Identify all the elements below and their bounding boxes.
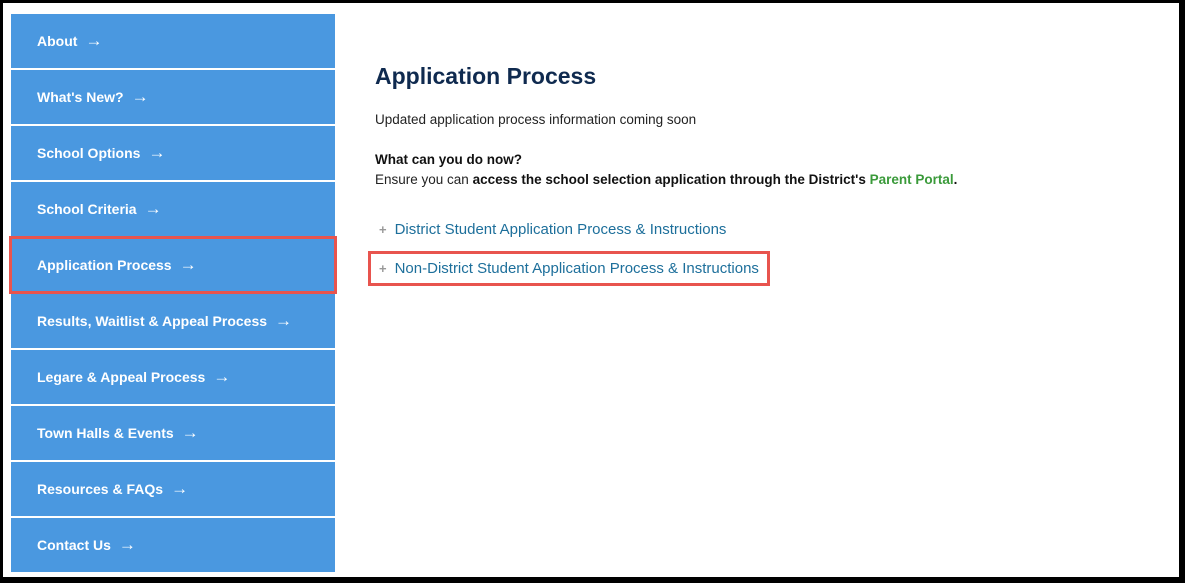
sidebar-item-label: What's New? <box>37 89 124 105</box>
sidebar-item-results-waitlist[interactable]: Results, Waitlist & Appeal Process → <box>11 294 335 348</box>
plus-icon: + <box>379 222 387 237</box>
sidebar-item-label: Resources & FAQs <box>37 481 164 497</box>
what-now-heading: What can you do now? <box>375 152 522 167</box>
sidebar-item-resources-faqs[interactable]: Resources & FAQs → <box>11 462 335 516</box>
arrow-right-icon: → <box>85 31 103 50</box>
sidebar-item-contact-us[interactable]: Contact Us → <box>11 518 335 572</box>
page-frame: About → What's New? → School Options → S… <box>3 3 1179 577</box>
update-notice: Updated application process information … <box>375 112 697 127</box>
sidebar-item-label: Results, Waitlist & Appeal Process <box>37 313 268 329</box>
arrow-right-icon: → <box>148 143 166 162</box>
sidebar-nav: About → What's New? → School Options → S… <box>9 14 337 574</box>
parent-portal-link[interactable]: Parent Portal <box>870 172 954 187</box>
arrow-right-icon: → <box>171 479 189 498</box>
ensure-prefix: Ensure you can <box>375 172 473 187</box>
sidebar-item-town-halls[interactable]: Town Halls & Events → <box>11 406 335 460</box>
page-title: Application Process <box>375 63 597 89</box>
accordion-label: Non-District Student Application Process… <box>394 260 759 277</box>
plus-icon: + <box>379 261 387 276</box>
arrow-right-icon: → <box>179 255 197 274</box>
arrow-right-icon: → <box>275 311 293 330</box>
ensure-instruction: Ensure you can access the school selecti… <box>375 172 1179 187</box>
sidebar-item-label: Legare & Appeal Process <box>37 369 206 385</box>
arrow-right-icon: → <box>181 423 199 442</box>
arrow-right-icon: → <box>118 535 136 554</box>
sidebar-item-label: School Options <box>37 145 141 161</box>
sidebar-item-label: Application Process <box>37 257 172 273</box>
arrow-right-icon: → <box>144 199 162 218</box>
sidebar-item-label: Town Halls & Events <box>37 425 174 441</box>
accordion-district-student[interactable]: + District Student Application Process &… <box>371 215 1179 244</box>
sidebar-item-school-criteria[interactable]: School Criteria → <box>11 182 335 236</box>
sidebar-item-label: About <box>37 33 78 49</box>
ensure-bold-text: access the school selection application … <box>472 172 870 187</box>
accordion-label: District Student Application Process & I… <box>394 221 727 238</box>
arrow-right-icon: → <box>213 367 231 386</box>
accordion-non-district-student[interactable]: + Non-District Student Application Proce… <box>368 251 770 286</box>
sidebar-item-legare-appeal[interactable]: Legare & Appeal Process → <box>11 350 335 404</box>
sidebar-item-label: Contact Us <box>37 537 111 553</box>
sidebar-item-school-options[interactable]: School Options → <box>11 126 335 180</box>
sidebar-item-whats-new[interactable]: What's New? → <box>11 70 335 124</box>
instructions-accordion: + District Student Application Process &… <box>368 215 1179 286</box>
sidebar-item-about[interactable]: About → <box>11 14 335 68</box>
sidebar-item-application-process[interactable]: Application Process → <box>9 236 337 294</box>
arrow-right-icon: → <box>131 87 149 106</box>
main-content: Application Process Updated application … <box>368 63 1179 286</box>
ensure-suffix: . <box>953 172 958 187</box>
sidebar-item-label: School Criteria <box>37 201 137 217</box>
